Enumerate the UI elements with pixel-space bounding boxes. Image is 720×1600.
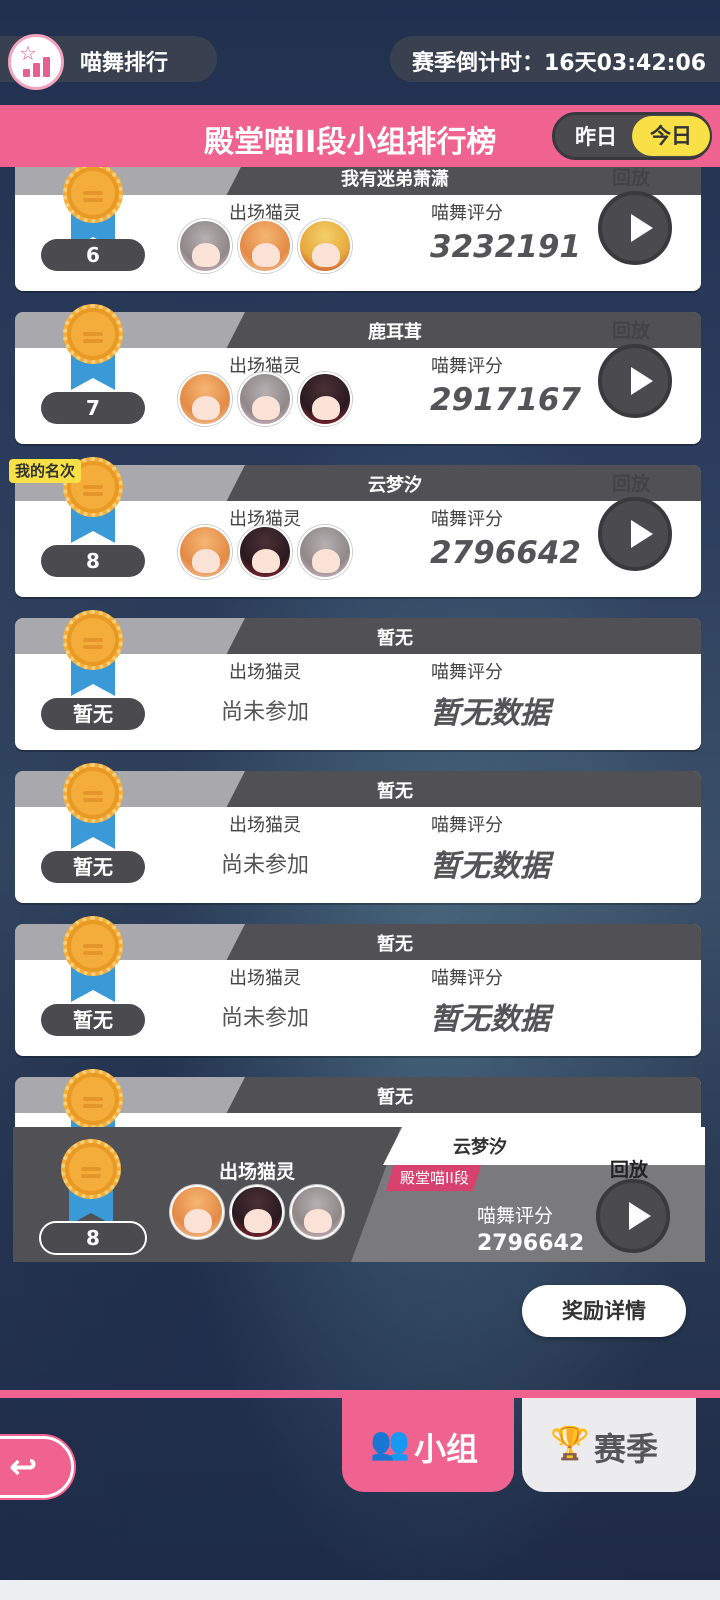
my-rank-number: 8 — [39, 1221, 147, 1255]
leaderboard-title: 殿堂喵II段小组排行榜 — [204, 125, 497, 160]
ranking-card-empty: 暂无 暂无 出场猫灵 喵舞评分 尚未参加 暂无数据 — [15, 610, 701, 750]
medal-icon — [61, 1139, 121, 1231]
tab-group[interactable]: 👥 小组 — [342, 1398, 514, 1492]
medal-icon — [63, 1069, 123, 1133]
my-rank-tag: 我的名次 — [9, 459, 82, 483]
no-data-text: 暂无数据 — [430, 696, 550, 731]
ranking-card: 鹿耳茸 7 出场猫灵 喵舞评分 2917167 回放 — [15, 304, 701, 444]
grey-pink-cat-avatar — [178, 219, 232, 273]
blonde-red-cat-avatar — [298, 219, 352, 273]
rank-number: 暂无 — [41, 698, 145, 730]
player-name: 暂无 — [377, 934, 413, 955]
ranking-card-empty: 暂无 暂无 出场猫灵 喵舞评分 尚未参加 暂无数据 — [15, 763, 701, 903]
grey-pink-cat-avatar — [290, 1185, 344, 1239]
my-replay-play-button[interactable] — [596, 1179, 670, 1253]
my-cat-avatars — [170, 1185, 350, 1243]
score-label: 喵舞评分 — [431, 662, 503, 683]
cats-label: 出场猫灵 — [219, 1161, 296, 1183]
score-label: 喵舞评分 — [431, 509, 503, 530]
season-countdown: 赛季倒计时：16天03:42:06 — [412, 51, 707, 76]
toggle-today[interactable]: 今日 — [632, 116, 710, 156]
dark-hair-cat-avatar — [230, 1185, 284, 1239]
cats-label: 出场猫灵 — [229, 968, 301, 989]
bottom-nav-divider — [0, 1390, 720, 1398]
ranking-list[interactable]: 我有迷弟萧潇 6 出场猫灵 喵舞评分 3232191 回放 鹿耳茸 7 出场猫灵… — [0, 167, 720, 1133]
player-name: 暂无 — [377, 628, 413, 649]
ranking-card-empty: 暂无 暂无 出场猫灵 喵舞评分 尚未参加 暂无数据 — [15, 916, 701, 1056]
score-value: 2796642 — [430, 535, 581, 571]
player-name: 鹿耳茸 — [368, 322, 422, 343]
cats-label: 出场猫灵 — [229, 815, 301, 836]
score-value: 3232191 — [430, 229, 581, 265]
reward-details-button[interactable]: 奖励详情 — [522, 1285, 686, 1337]
no-data-text: 暂无数据 — [430, 849, 550, 884]
replay-play-button[interactable] — [598, 497, 672, 571]
cat-avatars — [178, 525, 358, 581]
ranking-card-empty: 暂无 — [15, 1069, 701, 1133]
player-name: 暂无 — [377, 1087, 413, 1108]
medal-icon — [63, 304, 123, 396]
my-tier-badge: 殿堂喵II段 — [386, 1165, 481, 1191]
tab-season-label: 赛季 — [594, 1430, 659, 1468]
replay-label: 回放 — [612, 473, 651, 495]
rank-number: 暂无 — [41, 1004, 145, 1036]
score-label: 喵舞评分 — [431, 203, 503, 224]
my-score-value: 2796642 — [477, 1231, 585, 1256]
orange-hair-cat-avatar — [238, 219, 292, 273]
tab-season[interactable]: 🏆 赛季 — [522, 1398, 696, 1492]
toggle-yesterday[interactable]: 昨日 — [566, 121, 626, 151]
my-rank-card: 云梦汐 殿堂喵II段 8 出场猫灵 喵舞评分 2796642 回放 — [13, 1127, 705, 1262]
back-arrow-icon: ↩ — [9, 1447, 38, 1487]
score-label: 喵舞评分 — [431, 815, 503, 836]
score-label: 喵舞评分 — [477, 1205, 554, 1227]
orange-hair-cat-avatar — [170, 1185, 224, 1239]
rank-number: 7 — [41, 392, 145, 424]
replay-play-button[interactable] — [598, 191, 672, 265]
player-name: 我有迷弟萧潇 — [341, 169, 449, 190]
replay-label: 回放 — [610, 1159, 649, 1181]
not-joined-text: 尚未参加 — [221, 1006, 310, 1031]
cats-label: 出场猫灵 — [229, 662, 301, 683]
orange-hair-cat-avatar — [178, 525, 232, 579]
group-people-icon: 👥 — [370, 1424, 410, 1462]
rank-number: 6 — [41, 239, 145, 271]
ranking-star-icon: ☆ — [8, 34, 64, 90]
medal-icon — [63, 916, 123, 1008]
player-name: 云梦汐 — [368, 475, 422, 496]
rank-number: 暂无 — [41, 851, 145, 883]
no-data-text: 暂无数据 — [430, 1002, 550, 1037]
cat-avatars — [178, 219, 358, 275]
grey-pink-cat-avatar — [298, 525, 352, 579]
not-joined-text: 尚未参加 — [221, 700, 310, 725]
replay-play-button[interactable] — [598, 344, 672, 418]
player-name: 暂无 — [377, 781, 413, 802]
medal-icon — [63, 763, 123, 855]
medal-icon — [63, 610, 123, 702]
score-label: 喵舞评分 — [431, 968, 503, 989]
back-button[interactable]: ↩ — [0, 1436, 74, 1498]
page-title: 喵舞排行 — [80, 51, 169, 76]
orange-hair-cat-avatar — [178, 372, 232, 426]
replay-label: 回放 — [612, 320, 651, 342]
ranking-card: 我有迷弟萧潇 6 出场猫灵 喵舞评分 3232191 回放 — [15, 167, 701, 291]
grey-pink-cat-avatar — [238, 372, 292, 426]
tab-group-label: 小组 — [414, 1430, 479, 1468]
cat-avatars — [178, 372, 358, 428]
score-value: 2917167 — [430, 382, 581, 418]
ranking-card-me: 云梦汐 我的名次 8 出场猫灵 喵舞评分 2796642 回放 — [9, 457, 701, 597]
system-nav-bar — [0, 1580, 720, 1600]
my-player-name: 云梦汐 — [453, 1137, 507, 1158]
rank-number: 8 — [41, 545, 145, 577]
not-joined-text: 尚未参加 — [221, 853, 310, 878]
dark-hair-cat-avatar — [298, 372, 352, 426]
score-label: 喵舞评分 — [431, 356, 503, 377]
replay-label: 回放 — [612, 167, 651, 189]
trophy-icon: 🏆 — [550, 1424, 590, 1462]
dark-hair-cat-avatar — [238, 525, 292, 579]
